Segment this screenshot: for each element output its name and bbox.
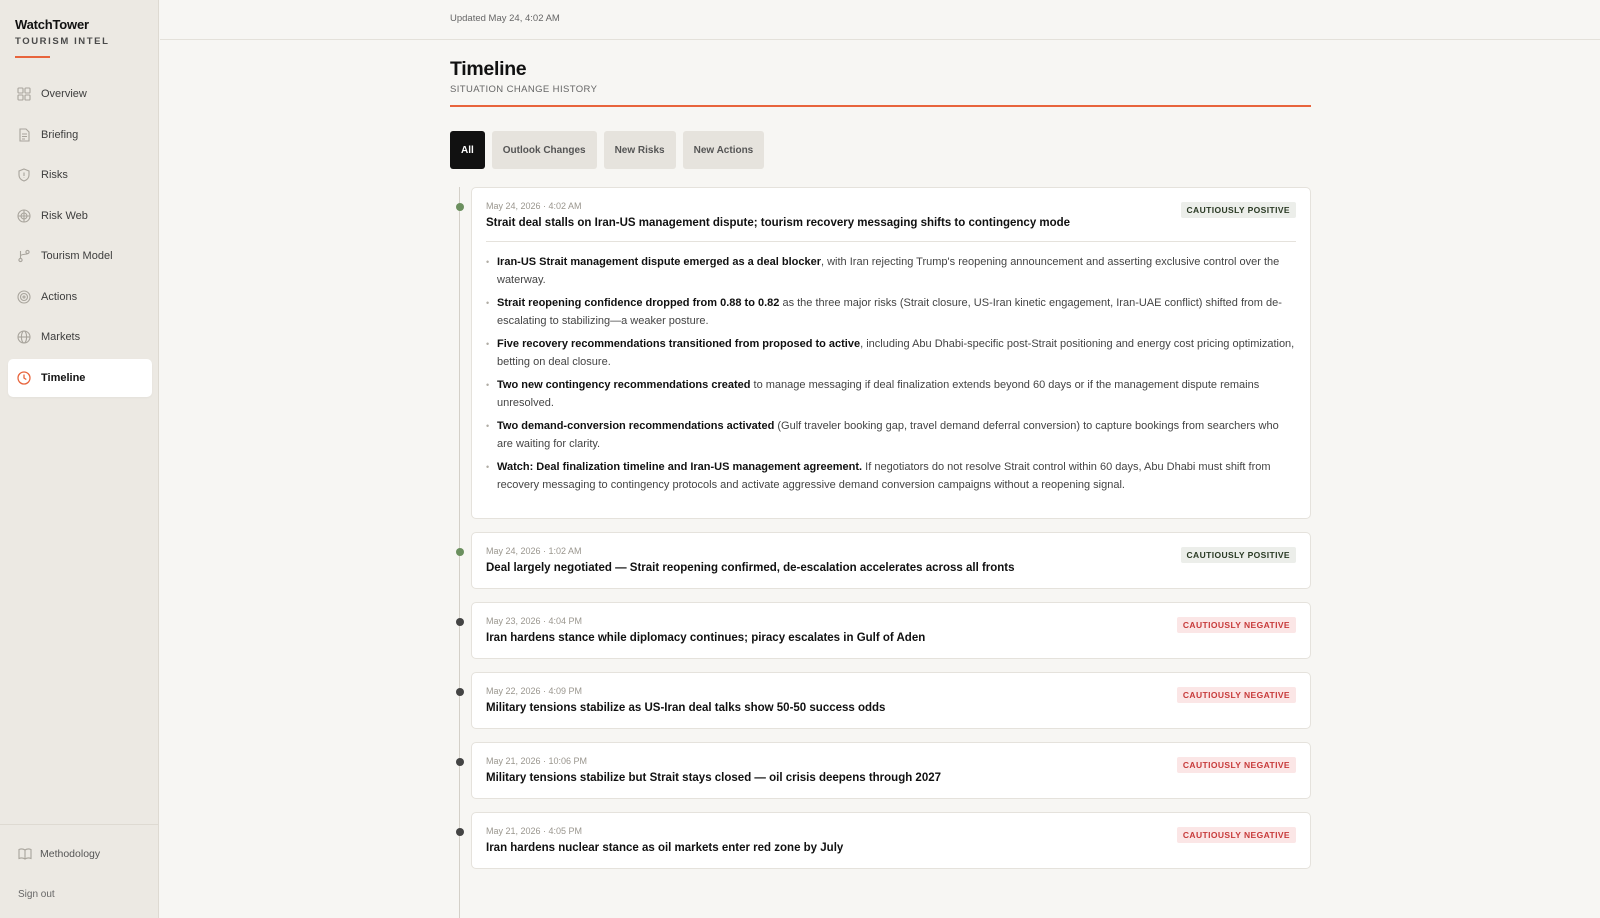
entry-details: Iran-US Strait management dispute emerge… bbox=[486, 241, 1296, 494]
detail-headline: Five recovery recommendations transition… bbox=[497, 338, 861, 350]
timeline-dot bbox=[456, 618, 464, 626]
detail-item: Two demand-conversion recommendations ac… bbox=[486, 418, 1296, 453]
clock-icon bbox=[17, 370, 31, 385]
sidebar-item-markets[interactable]: Markets bbox=[8, 318, 152, 356]
sidebar-item-label: Risk Web bbox=[41, 209, 88, 222]
sidebar-item-label: Overview bbox=[41, 88, 87, 100]
detail-item: Iran-US Strait management dispute emerge… bbox=[486, 254, 1296, 289]
sidebar-item-label: Timeline bbox=[41, 371, 86, 384]
filter-new-actions[interactable]: New Actions bbox=[682, 131, 765, 169]
timeline-entry[interactable]: May 21, 2026 · 4:05 PM Iran hardens nucl… bbox=[456, 812, 1311, 869]
filter-tabs: All Outlook Changes New Risks New Action… bbox=[450, 131, 771, 169]
detail-headline: Strait reopening confidence dropped from… bbox=[497, 297, 780, 309]
timeline-entry[interactable]: May 22, 2026 · 4:09 PM Military tensions… bbox=[456, 672, 1311, 729]
page-title: Timeline bbox=[450, 58, 527, 80]
entry-date: May 23, 2026 · 4:04 PM bbox=[486, 616, 583, 626]
timeline-dot bbox=[456, 203, 464, 211]
outlook-badge: CAUTIOUSLY NEGATIVE bbox=[1176, 617, 1296, 633]
entry-title: Military tensions stabilize as US-Iran d… bbox=[486, 702, 886, 714]
sidebar-item-risks[interactable]: Risks bbox=[8, 156, 152, 194]
detail-item: Five recovery recommendations transition… bbox=[486, 336, 1296, 371]
globe-icon bbox=[17, 330, 31, 344]
timeline-entry[interactable]: May 21, 2026 · 10:06 PM Military tension… bbox=[456, 742, 1311, 799]
detail-item: Two new contingency recommendations crea… bbox=[486, 377, 1296, 412]
methodology-label: Methodology bbox=[40, 848, 101, 860]
brand-name: WatchTower bbox=[15, 17, 89, 32]
target-icon bbox=[17, 289, 31, 304]
web-icon bbox=[17, 208, 31, 223]
grid-icon bbox=[17, 87, 31, 101]
detail-headline: Two demand-conversion recommendations ac… bbox=[497, 420, 775, 432]
entry-title: Military tensions stabilize but Strait s… bbox=[486, 772, 942, 784]
entry-title: Strait deal stalls on Iran-US management… bbox=[486, 217, 1071, 229]
timeline: May 24, 2026 · 4:02 AM Strait deal stall… bbox=[450, 187, 1311, 918]
methodology-link[interactable]: Methodology bbox=[18, 847, 100, 861]
timeline-dot bbox=[456, 758, 464, 766]
entry-title: Iran hardens nuclear stance as oil marke… bbox=[486, 842, 844, 854]
title-divider bbox=[450, 105, 1311, 107]
document-icon bbox=[17, 127, 31, 142]
outlook-badge: CAUTIOUSLY NEGATIVE bbox=[1176, 757, 1296, 773]
entry-title: Iran hardens stance while diplomacy cont… bbox=[486, 632, 926, 644]
brand[interactable]: WatchTower TOURISM INTEL bbox=[15, 17, 110, 47]
filter-all[interactable]: All bbox=[450, 131, 485, 169]
sidebar-item-overview[interactable]: Overview bbox=[8, 75, 152, 113]
sidebar-footer: Methodology Sign out bbox=[0, 824, 159, 918]
timeline-entry[interactable]: May 24, 2026 · 4:02 AM Strait deal stall… bbox=[456, 187, 1311, 519]
main-content: Timeline SITUATION CHANGE HISTORY All Ou… bbox=[450, 58, 1311, 918]
branch-icon bbox=[17, 249, 31, 263]
detail-headline: Iran-US Strait management dispute emerge… bbox=[497, 256, 821, 268]
detail-headline: Watch: Deal finalization timeline and Ir… bbox=[497, 461, 863, 473]
updated-timestamp: Updated May 24, 4:02 AM bbox=[450, 13, 560, 24]
sidebar-item-tourism-model[interactable]: Tourism Model bbox=[8, 237, 152, 275]
brand-accent-line bbox=[15, 56, 50, 58]
entry-date: May 22, 2026 · 4:09 PM bbox=[486, 686, 583, 696]
timeline-entry[interactable]: May 24, 2026 · 1:02 AM Deal largely nego… bbox=[456, 532, 1311, 589]
entry-date: May 24, 2026 · 1:02 AM bbox=[486, 546, 582, 556]
entry-date: May 21, 2026 · 10:06 PM bbox=[486, 756, 588, 766]
detail-item: Strait reopening confidence dropped from… bbox=[486, 295, 1296, 330]
detail-item: Watch: Deal finalization timeline and Ir… bbox=[486, 459, 1296, 494]
timeline-entry[interactable]: May 23, 2026 · 4:04 PM Iran hardens stan… bbox=[456, 602, 1311, 659]
detail-headline: Two new contingency recommendations crea… bbox=[497, 379, 751, 391]
timeline-dot bbox=[456, 688, 464, 696]
shield-icon bbox=[17, 168, 31, 182]
sidebar-item-label: Risks bbox=[41, 169, 68, 181]
brand-subtitle: TOURISM INTEL bbox=[15, 36, 110, 47]
sidebar-item-label: Actions bbox=[41, 290, 78, 303]
page-subtitle: SITUATION CHANGE HISTORY bbox=[450, 84, 598, 95]
timeline-dot bbox=[456, 548, 464, 556]
timeline-dot bbox=[456, 828, 464, 836]
book-icon bbox=[18, 847, 32, 861]
filter-new-risks[interactable]: New Risks bbox=[603, 131, 676, 169]
outlook-badge: CAUTIOUSLY POSITIVE bbox=[1180, 202, 1296, 218]
outlook-badge: CAUTIOUSLY POSITIVE bbox=[1180, 547, 1296, 563]
sign-out-link[interactable]: Sign out bbox=[18, 889, 55, 900]
sidebar-item-label: Tourism Model bbox=[41, 250, 113, 262]
entry-title: Deal largely negotiated — Strait reopeni… bbox=[486, 562, 1015, 574]
sidebar-item-timeline[interactable]: Timeline bbox=[8, 358, 152, 397]
sidebar-item-label: Briefing bbox=[41, 128, 79, 141]
sidebar-item-actions[interactable]: Actions bbox=[8, 278, 152, 316]
sidebar-item-label: Markets bbox=[41, 331, 81, 343]
outlook-badge: CAUTIOUSLY NEGATIVE bbox=[1176, 827, 1296, 843]
filter-outlook-changes[interactable]: Outlook Changes bbox=[491, 131, 597, 169]
outlook-badge: CAUTIOUSLY NEGATIVE bbox=[1176, 687, 1296, 703]
sidebar-item-risk-web[interactable]: Risk Web bbox=[8, 197, 152, 235]
sidebar-nav: Overview Briefing Risks Risk Web Tourism… bbox=[8, 75, 152, 399]
sidebar: WatchTower TOURISM INTEL Overview Briefi… bbox=[0, 0, 159, 918]
sidebar-item-briefing[interactable]: Briefing bbox=[8, 116, 152, 154]
entry-date: May 24, 2026 · 4:02 AM bbox=[486, 201, 582, 211]
entry-date: May 21, 2026 · 4:05 PM bbox=[486, 826, 583, 836]
top-bar: Updated May 24, 4:02 AM bbox=[160, 0, 1600, 40]
